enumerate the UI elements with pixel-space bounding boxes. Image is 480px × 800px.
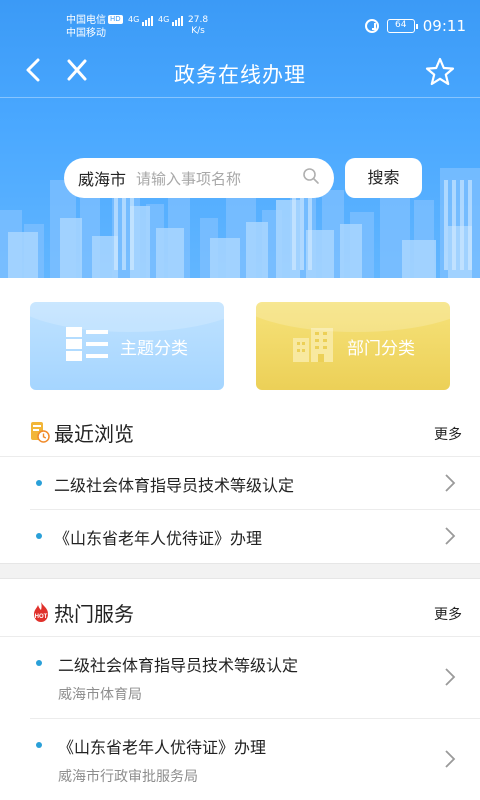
recent-item-title: 二级社会体育指导员技术等级认定 — [54, 476, 295, 495]
hot-service-item[interactable]: 二级社会体育指导员技术等级认定 威海市体育局 — [0, 637, 480, 717]
recent-item-title: 《山东省老年人优待证》办理 — [54, 529, 263, 548]
hot-service-title: 二级社会体育指导员技术等级认定 — [58, 656, 299, 675]
hd-badge: HD — [108, 15, 123, 24]
chevron-right-icon — [444, 526, 456, 550]
recent-section-title: 最近浏览 — [54, 422, 134, 446]
header-banner: 中国电信 HD 中国移动 4G 4G 27.8 K/s 64 09:11 政务在线… — [0, 0, 480, 278]
recent-section-header: 最近浏览 更多 — [0, 408, 480, 456]
topic-category-label: 主题分类 — [120, 338, 188, 359]
nav-divider — [0, 97, 480, 98]
hot-service-department: 威海市体育局 — [58, 687, 142, 703]
hot-more-link[interactable]: 更多 — [434, 604, 462, 624]
section-gap — [0, 563, 480, 579]
bullet-dot-icon — [36, 660, 42, 666]
grid-list-icon — [66, 326, 108, 366]
carrier-2: 中国移动 — [66, 28, 106, 39]
hot-service-title: 《山东省老年人优待证》办理 — [58, 738, 267, 757]
topic-category-card[interactable]: 主题分类 — [30, 302, 224, 390]
favorite-star-icon[interactable] — [424, 56, 456, 92]
chevron-right-icon — [444, 749, 456, 773]
carrier-info: 中国电信 HD 中国移动 — [66, 14, 123, 40]
clock: 09:11 — [422, 17, 466, 35]
hot-section-title: 热门服务 — [54, 602, 134, 626]
nav-bar: 政务在线办理 — [0, 46, 480, 98]
bullet-dot-icon — [36, 480, 42, 486]
search-button[interactable]: 搜索 — [345, 158, 422, 198]
page-title: 政务在线办理 — [174, 63, 306, 87]
hot-service-department: 威海市行政审批服务局 — [58, 769, 198, 785]
search-placeholder: 请输入事项名称 — [136, 169, 242, 188]
signal-1-icon: 4G — [128, 15, 154, 28]
carrier-1: 中国电信 — [66, 15, 106, 26]
department-category-card[interactable]: 部门分类 — [256, 302, 450, 390]
buildings-icon — [291, 326, 335, 367]
status-bar: 中国电信 HD 中国移动 4G 4G 27.8 K/s 64 09:11 — [0, 0, 480, 46]
chevron-right-icon — [444, 473, 456, 497]
signal-2-icon: 4G — [158, 15, 184, 28]
hot-section-header: HOT 热门服务 更多 — [0, 588, 480, 636]
chevron-right-icon — [444, 667, 456, 691]
recent-item[interactable]: 《山东省老年人优待证》办理 — [0, 510, 480, 562]
battery-icon: 64 — [386, 19, 418, 33]
city-selector[interactable]: 威海市 — [78, 166, 126, 190]
alarm-icon — [364, 19, 379, 33]
bullet-dot-icon — [36, 533, 42, 539]
recent-more-link[interactable]: 更多 — [434, 424, 462, 444]
department-category-label: 部门分类 — [347, 338, 415, 359]
svg-text:HOT: HOT — [35, 614, 48, 620]
hot-service-item[interactable]: 《山东省老年人优待证》办理 威海市行政审批服务局 — [0, 719, 480, 800]
recent-item[interactable]: 二级社会体育指导员技术等级认定 — [0, 457, 480, 509]
history-clock-icon — [30, 421, 50, 447]
search-input[interactable]: 威海市 请输入事项名称 — [64, 158, 334, 198]
network-speed: 27.8 K/s — [188, 15, 209, 36]
hot-flame-icon: HOT — [30, 601, 52, 627]
status-right: 64 09:11 — [364, 17, 466, 35]
search-icon — [302, 167, 320, 189]
bullet-dot-icon — [36, 742, 42, 748]
